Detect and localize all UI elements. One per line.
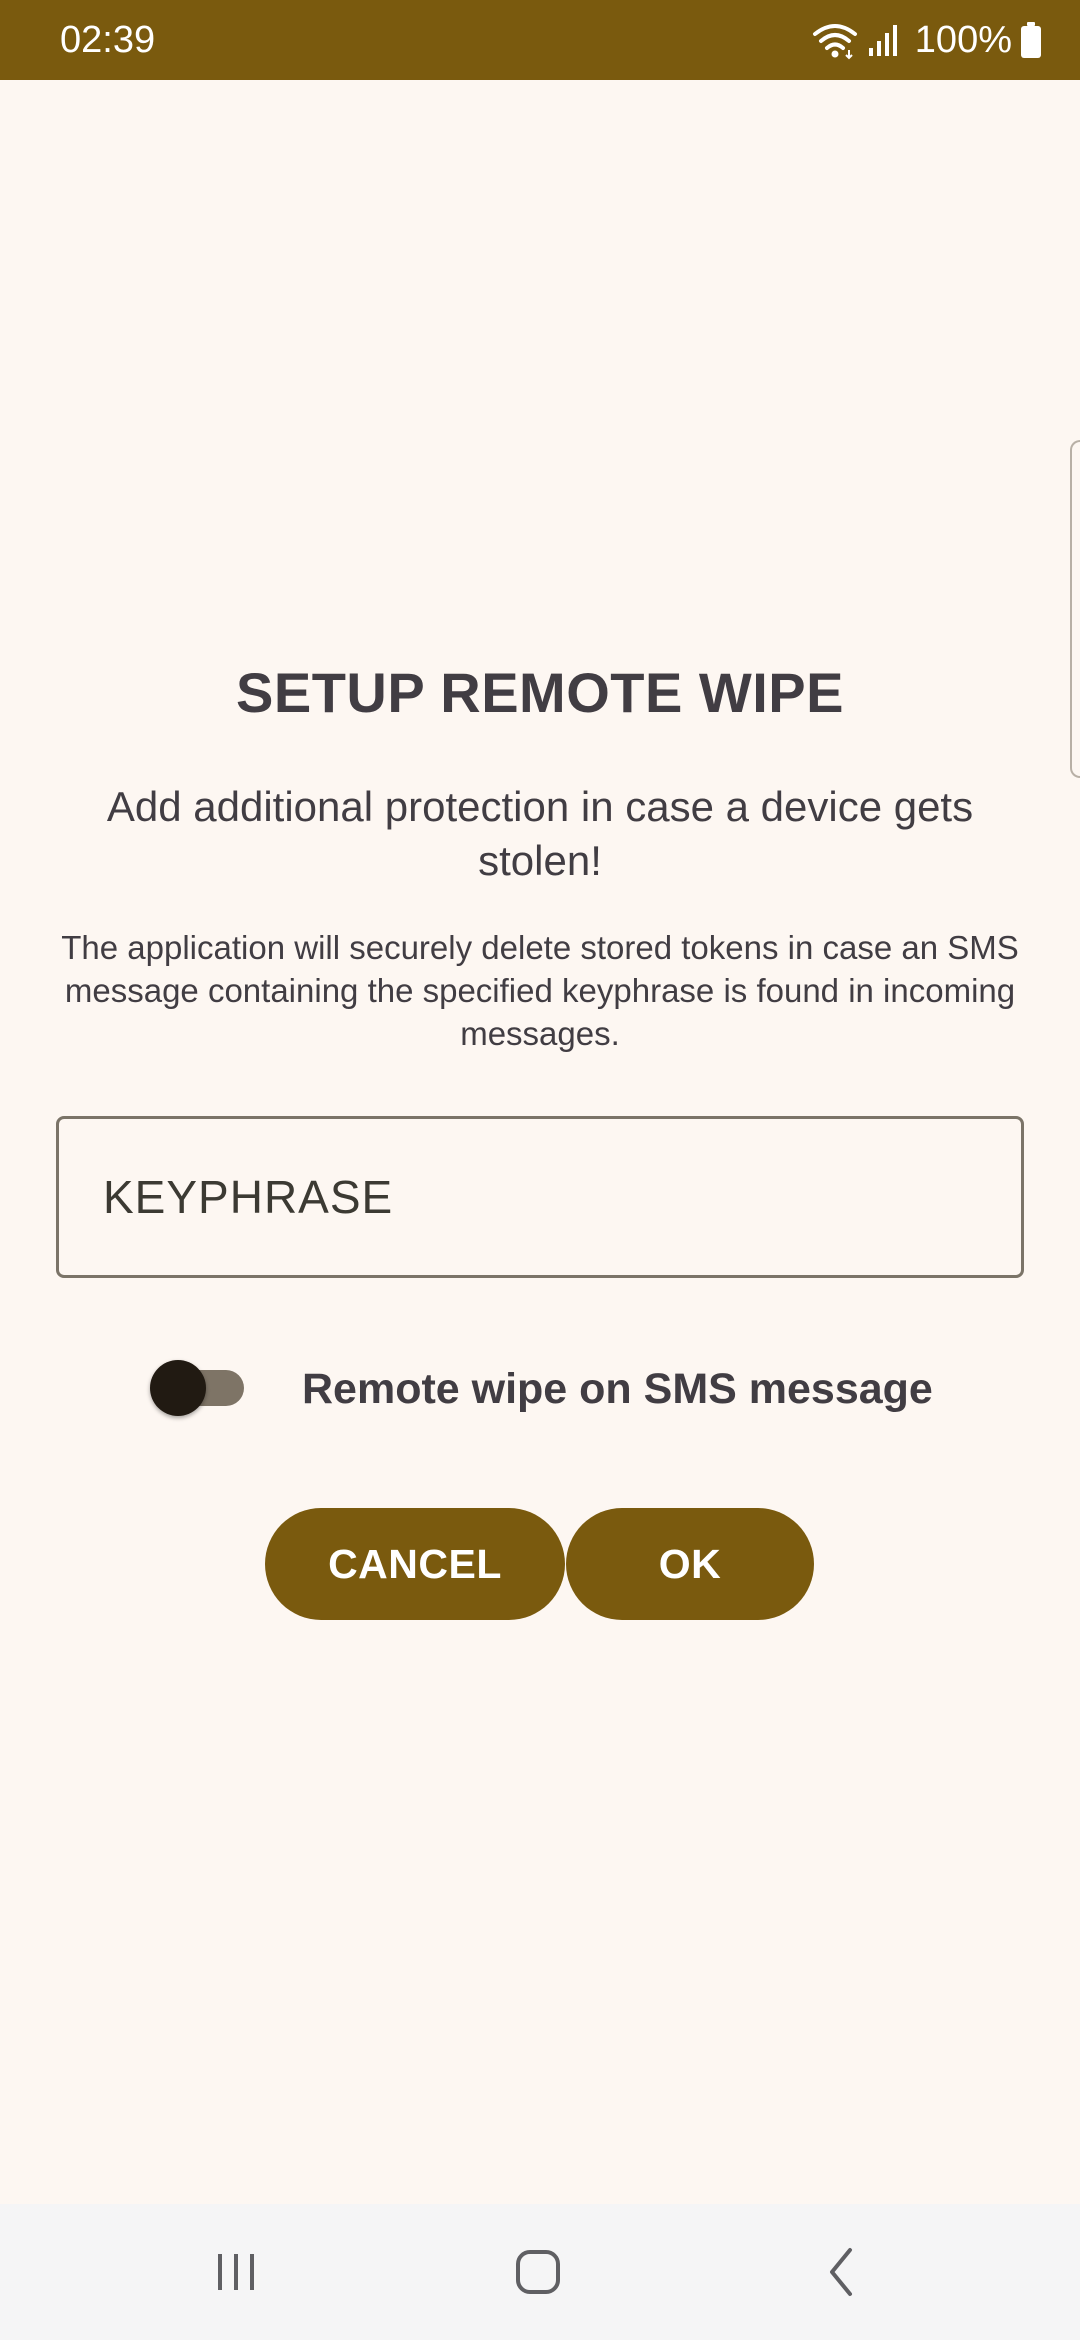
recents-icon <box>212 2248 260 2301</box>
status-icons: 100% <box>811 0 1042 80</box>
keyphrase-input[interactable] <box>103 1119 973 1275</box>
home-icon <box>513 2247 563 2302</box>
recents-button[interactable] <box>196 2234 276 2314</box>
keyphrase-field[interactable] <box>56 1116 1024 1278</box>
navigation-bar <box>0 2204 1080 2340</box>
toggle-thumb <box>150 1360 206 1416</box>
remote-wipe-toggle[interactable] <box>150 1358 245 1418</box>
back-button[interactable] <box>802 2234 882 2314</box>
dialog-title: SETUP REMOTE WIPE <box>236 661 844 724</box>
wifi-icon <box>811 20 859 60</box>
signal-icon <box>867 22 901 58</box>
ok-button[interactable]: OK <box>566 1508 814 1620</box>
battery-percent: 100% <box>914 18 1012 61</box>
battery-icon <box>1020 21 1042 59</box>
back-icon <box>822 2246 862 2303</box>
cancel-button[interactable]: CANCEL <box>265 1508 565 1620</box>
dialog-subtitle: Add additional protection in case a devi… <box>106 783 974 884</box>
edge-panel-handle[interactable] <box>1070 440 1080 778</box>
remote-wipe-toggle-label: Remote wipe on SMS message <box>302 1365 933 1413</box>
status-bar: 02:39 100% <box>0 0 1080 80</box>
dialog-description: The application will securely delete sto… <box>61 929 1019 1052</box>
status-time: 02:39 <box>60 19 156 61</box>
home-button[interactable] <box>498 2234 578 2314</box>
